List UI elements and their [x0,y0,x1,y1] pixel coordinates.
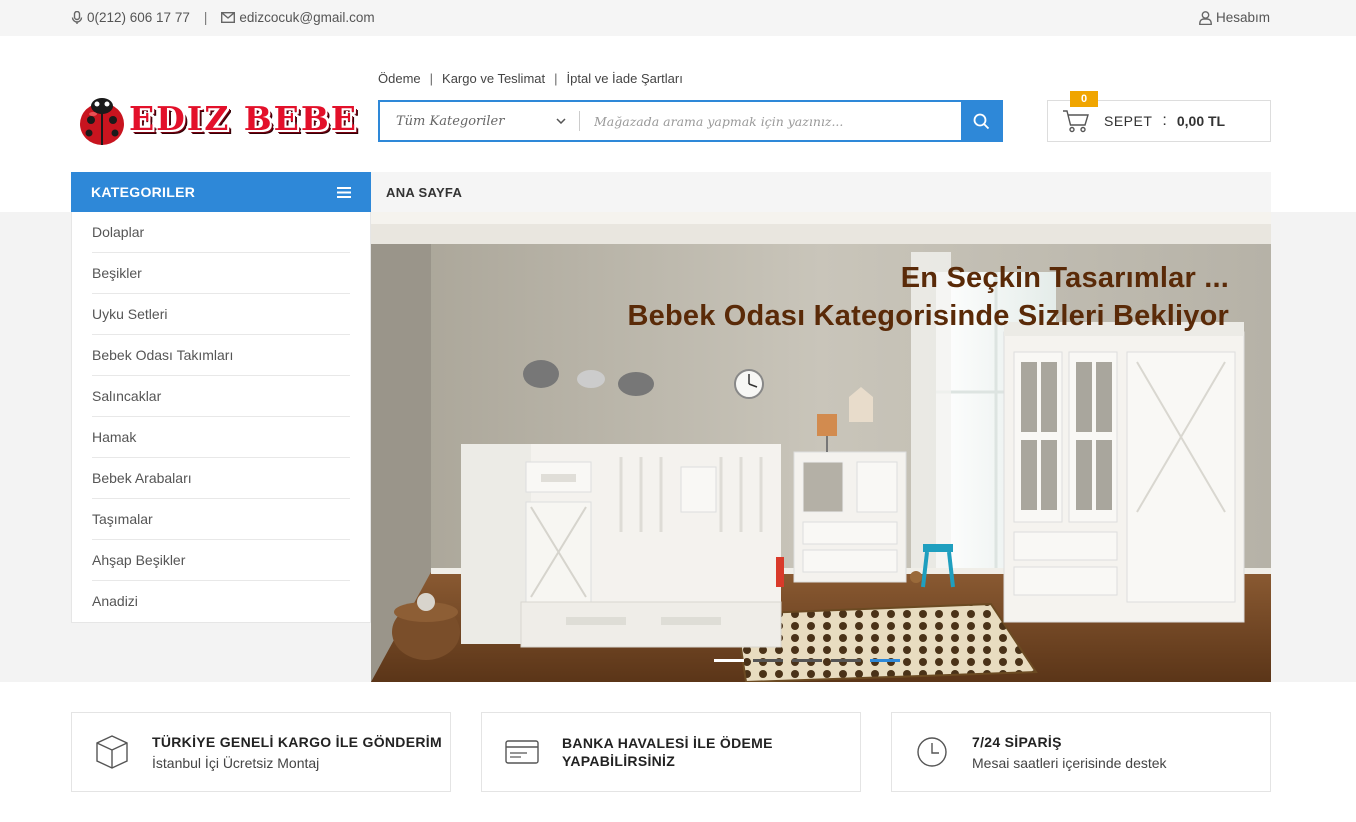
envelope-icon [221,12,236,23]
main-nav: ANA SAYFA [371,172,1271,212]
category-item[interactable]: Ahşap Beşikler [92,540,350,581]
email-link[interactable]: edizcocuk@gmail.com [221,10,375,25]
feature-title: BANKA HAVALESİ İLE ÖDEME YAPABİLİRSİNİZ [562,735,773,769]
category-item[interactable]: Bebek Arabaları [92,458,350,499]
cart-count-badge: 0 [1070,91,1098,107]
category-select-value: Tüm Kategoriler [396,113,505,129]
slider-dot[interactable] [870,659,900,662]
search-input[interactable] [580,102,961,140]
category-item[interactable]: Anadizi [92,581,350,622]
info-link-shipping[interactable]: Kargo ve Teslimat [442,71,545,86]
email-address: edizcocuk@gmail.com [239,10,375,25]
info-link-divider: | [429,71,434,86]
cart-label: SEPET [1104,113,1153,129]
credit-card-icon [505,740,539,764]
feature-payment: BANKA HAVALESİ İLE ÖDEME YAPABİLİRSİNİZ [481,712,861,792]
shopping-cart-icon [1063,110,1089,133]
box-icon [96,735,128,769]
banner-headline: En Seçkin Tasarımlar ... [900,262,1229,294]
category-item[interactable]: Bebek Odası Takımları [92,335,350,376]
categories-header[interactable]: KATEGORILER [71,172,371,212]
top-bar: 0(212) 606 17 77 | edizcocuk@gmail.com H… [0,0,1356,36]
microphone-icon [71,11,83,24]
slider-dot[interactable] [792,659,822,662]
category-item[interactable]: Beşikler [92,253,350,294]
slider-dot[interactable] [831,659,861,662]
info-links: Ödeme | Kargo ve Teslimat | İptal ve İad… [378,71,683,86]
contact-info: 0(212) 606 17 77 | edizcocuk@gmail.com [71,10,375,25]
phone-link[interactable]: 0(212) 606 17 77 [71,10,190,25]
info-link-returns[interactable]: İptal ve İade Şartları [567,71,683,86]
category-item[interactable]: Taşımalar [92,499,350,540]
search-bar: Tüm Kategoriler [378,100,1003,142]
banner-subheadline: Bebek Odası Kategorisinde Sizleri Bekliy… [627,300,1229,332]
hamburger-menu-icon [337,186,351,198]
category-select[interactable]: Tüm Kategoriler [380,102,580,140]
slider-dot[interactable] [714,659,744,662]
feature-title: TÜRKİYE GENELİ KARGO İLE GÖNDERİM [152,734,442,750]
search-button[interactable] [961,102,1001,140]
logo-text: EDIZ BEBE [129,99,358,138]
slider-dot[interactable] [753,659,783,662]
feature-subtitle: İstanbul İçi Ücretsiz Montaj [152,755,320,771]
feature-title: 7/24 SİPARİŞ [972,734,1062,750]
cart-colon: : [1162,112,1167,129]
nav-home-link[interactable]: ANA SAYFA [386,185,462,200]
category-item[interactable]: Uyku Setleri [92,294,350,335]
info-link-payment[interactable]: Ödeme [378,71,421,86]
categories-title: KATEGORILER [91,184,196,200]
chevron-down-icon [556,118,566,124]
contact-separator: | [203,10,208,25]
cart-total: 0,00 TL [1176,113,1226,129]
account-label: Hesabım [1215,10,1270,25]
category-item[interactable]: Salıncaklar [92,376,350,417]
category-item[interactable]: Hamak [92,417,350,458]
feature-shipping: TÜRKİYE GENELİ KARGO İLE GÖNDERİM İstanb… [71,712,451,792]
site-logo[interactable]: EDIZ BEBE [77,94,356,150]
categories-list: Dolaplar Beşikler Uyku Setleri Bebek Oda… [71,212,371,623]
clock-icon [917,737,947,767]
feature-support: 7/24 SİPARİŞ Mesai saatleri içerisinde d… [891,712,1271,792]
user-icon [1199,10,1212,25]
phone-number: 0(212) 606 17 77 [87,10,190,25]
slider-pagination [714,659,900,662]
account-link[interactable]: Hesabım [1199,10,1270,25]
category-item[interactable]: Dolaplar [92,212,350,253]
ladybug-icon [80,98,124,145]
hero-slider[interactable]: En Seçkin Tasarımlar ... Bebek Odası Kat… [371,212,1271,682]
search-icon [973,113,989,129]
feature-subtitle: Mesai saatleri içerisinde destek [972,755,1167,771]
cart-button[interactable]: 0 SEPET : 0,00 TL [1047,91,1271,142]
info-link-divider: | [554,71,558,86]
